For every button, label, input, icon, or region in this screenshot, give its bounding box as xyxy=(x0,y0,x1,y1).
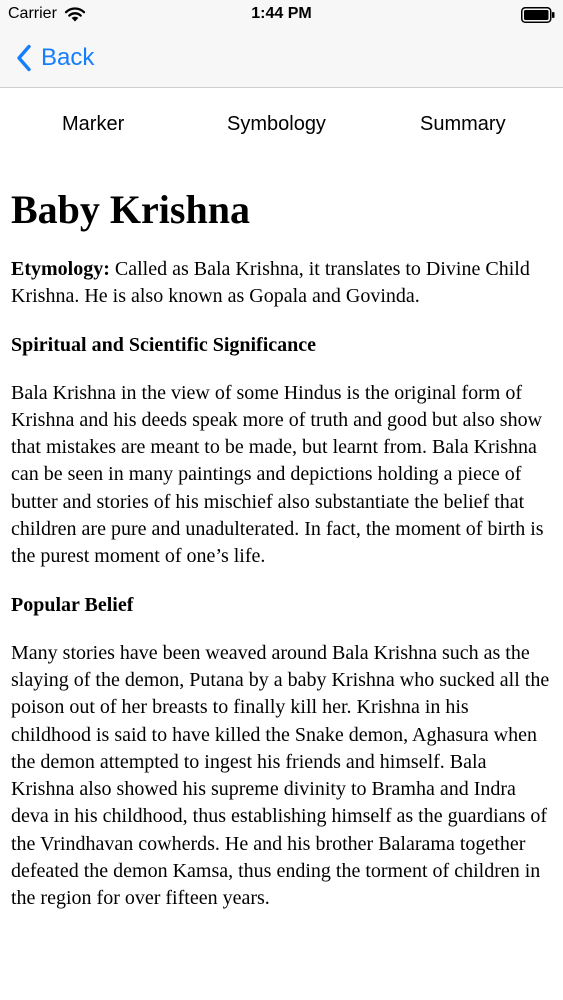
tab-marker[interactable]: Marker xyxy=(62,113,124,136)
tab-bar: Marker Symbology Summary xyxy=(0,88,563,162)
section-heading-significance: Spiritual and Scientific Significance xyxy=(11,333,317,356)
etymology-label: Etymology: xyxy=(11,258,110,280)
status-time: 1:44 PM xyxy=(251,5,312,22)
article-content: Baby Krishna Etymology: Called as Bala K… xyxy=(11,186,553,913)
back-button[interactable]: Back xyxy=(16,40,94,76)
etymology-paragraph: Etymology: Called as Bala Krishna, it tr… xyxy=(11,256,553,311)
chevron-left-icon xyxy=(17,44,31,72)
section-body-significance: Bala Krishna in the view of some Hindus … xyxy=(11,381,544,568)
tab-summary[interactable]: Summary xyxy=(420,113,506,136)
section-body-popular-belief: Many stories have been weaved around Bal… xyxy=(11,641,550,910)
tab-symbology[interactable]: Symbology xyxy=(227,113,326,136)
status-bar: Carrier 1:44 PM xyxy=(0,0,563,30)
battery-icon xyxy=(521,7,555,23)
back-button-label: Back xyxy=(41,44,95,71)
navigation-bar: Back xyxy=(0,30,563,88)
page-title: Baby Krishna xyxy=(11,187,250,232)
section-heading-popular-belief: Popular Belief xyxy=(11,593,134,616)
